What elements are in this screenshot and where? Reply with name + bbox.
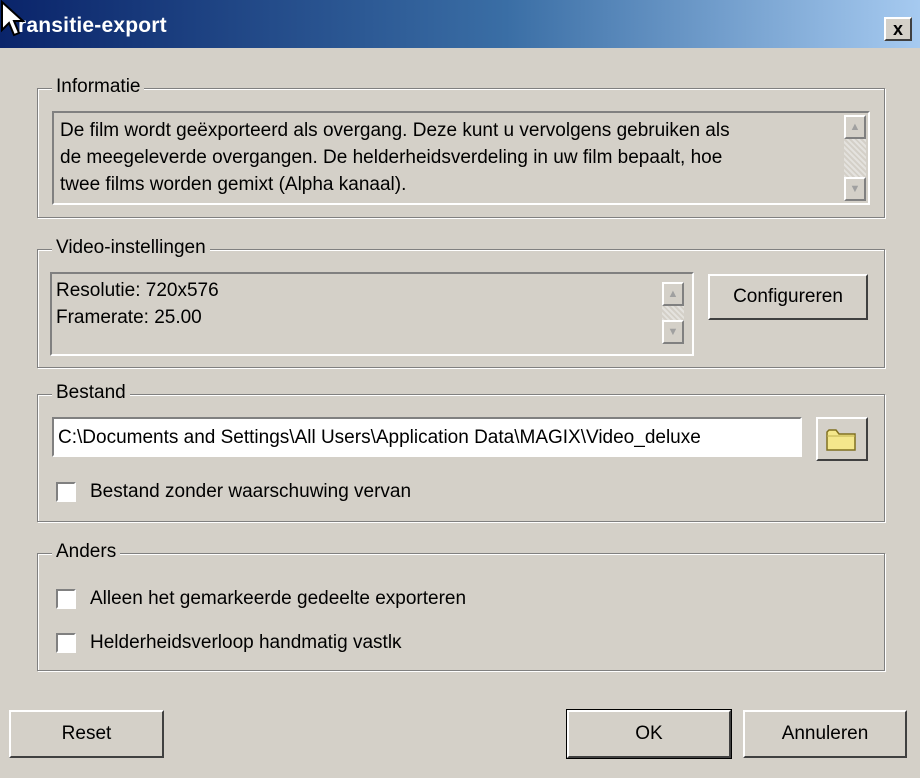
manual-brightness-label: Helderheidsverloop handmatig vastlĸ <box>90 632 402 653</box>
manual-brightness-row[interactable]: Helderheidsverloop handmatig vastlĸ <box>56 632 402 654</box>
informatie-line: twee films worden gemixt (Alpha kanaal). <box>60 174 407 195</box>
informatie-line: de meegeleverde overgangen. De helderhei… <box>60 147 723 168</box>
informatie-text: De film wordt geëxporteerd als overgang.… <box>60 117 840 198</box>
bestand-label: Bestand <box>52 382 130 404</box>
bestand-group: Bestand C:\Documents and Settings\All Us… <box>37 382 885 522</box>
close-icon: x <box>892 18 903 39</box>
scroll-track[interactable] <box>662 306 684 320</box>
folder-icon <box>826 429 856 451</box>
export-selection-checkbox[interactable] <box>56 589 76 609</box>
scroll-track[interactable] <box>844 139 866 177</box>
informatie-text-box[interactable]: De film wordt geëxporteerd als overgang.… <box>52 111 870 205</box>
ok-button[interactable]: OK <box>566 709 732 759</box>
scroll-down-icon[interactable]: ▼ <box>844 177 866 201</box>
transitie-export-dialog: ransitie-export x Informatie De film wor… <box>0 0 920 778</box>
video-info-line: Resolutie: 720x576 <box>56 280 219 301</box>
export-selection-row[interactable]: Alleen het gemarkeerde gedeelte exporter… <box>56 588 466 610</box>
video-scrollbar[interactable]: ▲ ▼ <box>662 282 684 348</box>
overwrite-checkbox[interactable] <box>56 482 76 502</box>
scroll-down-icon[interactable]: ▼ <box>662 320 684 344</box>
manual-brightness-checkbox[interactable] <box>56 633 76 653</box>
informatie-scrollbar[interactable]: ▲ ▼ <box>844 115 866 201</box>
close-button[interactable]: x <box>884 17 912 41</box>
window-title: ransitie-export <box>18 14 167 37</box>
title-bar[interactable]: ransitie-export x <box>0 0 920 48</box>
video-group: Video-instellingen Resolutie: 720x576 Fr… <box>37 237 885 368</box>
configure-button[interactable]: Configureren <box>708 274 868 320</box>
video-label: Video-instellingen <box>52 237 210 259</box>
export-selection-label: Alleen het gemarkeerde gedeelte exporter… <box>90 588 467 609</box>
reset-button[interactable]: Reset <box>9 710 164 758</box>
cancel-button[interactable]: Annuleren <box>743 710 907 758</box>
video-info-box[interactable]: Resolutie: 720x576 Framerate: 25.00 ▲ ▼ <box>50 272 694 356</box>
scroll-up-icon[interactable]: ▲ <box>844 115 866 139</box>
informatie-label: Informatie <box>52 76 145 98</box>
file-path-input[interactable]: C:\Documents and Settings\All Users\Appl… <box>52 417 802 457</box>
informatie-line: De film wordt geëxporteerd als overgang.… <box>60 120 730 141</box>
scroll-up-icon[interactable]: ▲ <box>662 282 684 306</box>
anders-group: Anders Alleen het gemarkeerde gedeelte e… <box>37 541 885 671</box>
video-info-line: Framerate: 25.00 <box>56 307 202 328</box>
anders-label: Anders <box>52 541 121 563</box>
overwrite-label: Bestand zonder waarschuwing vervan <box>90 481 412 502</box>
overwrite-checkbox-row[interactable]: Bestand zonder waarschuwing vervan <box>56 481 411 503</box>
video-info-text: Resolutie: 720x576 Framerate: 25.00 <box>56 277 219 331</box>
browse-folder-button[interactable] <box>816 417 868 461</box>
arrow-cursor-icon <box>0 0 26 37</box>
informatie-group: Informatie De film wordt geëxporteerd al… <box>37 76 885 218</box>
file-path-value: C:\Documents and Settings\All Users\Appl… <box>58 427 701 448</box>
